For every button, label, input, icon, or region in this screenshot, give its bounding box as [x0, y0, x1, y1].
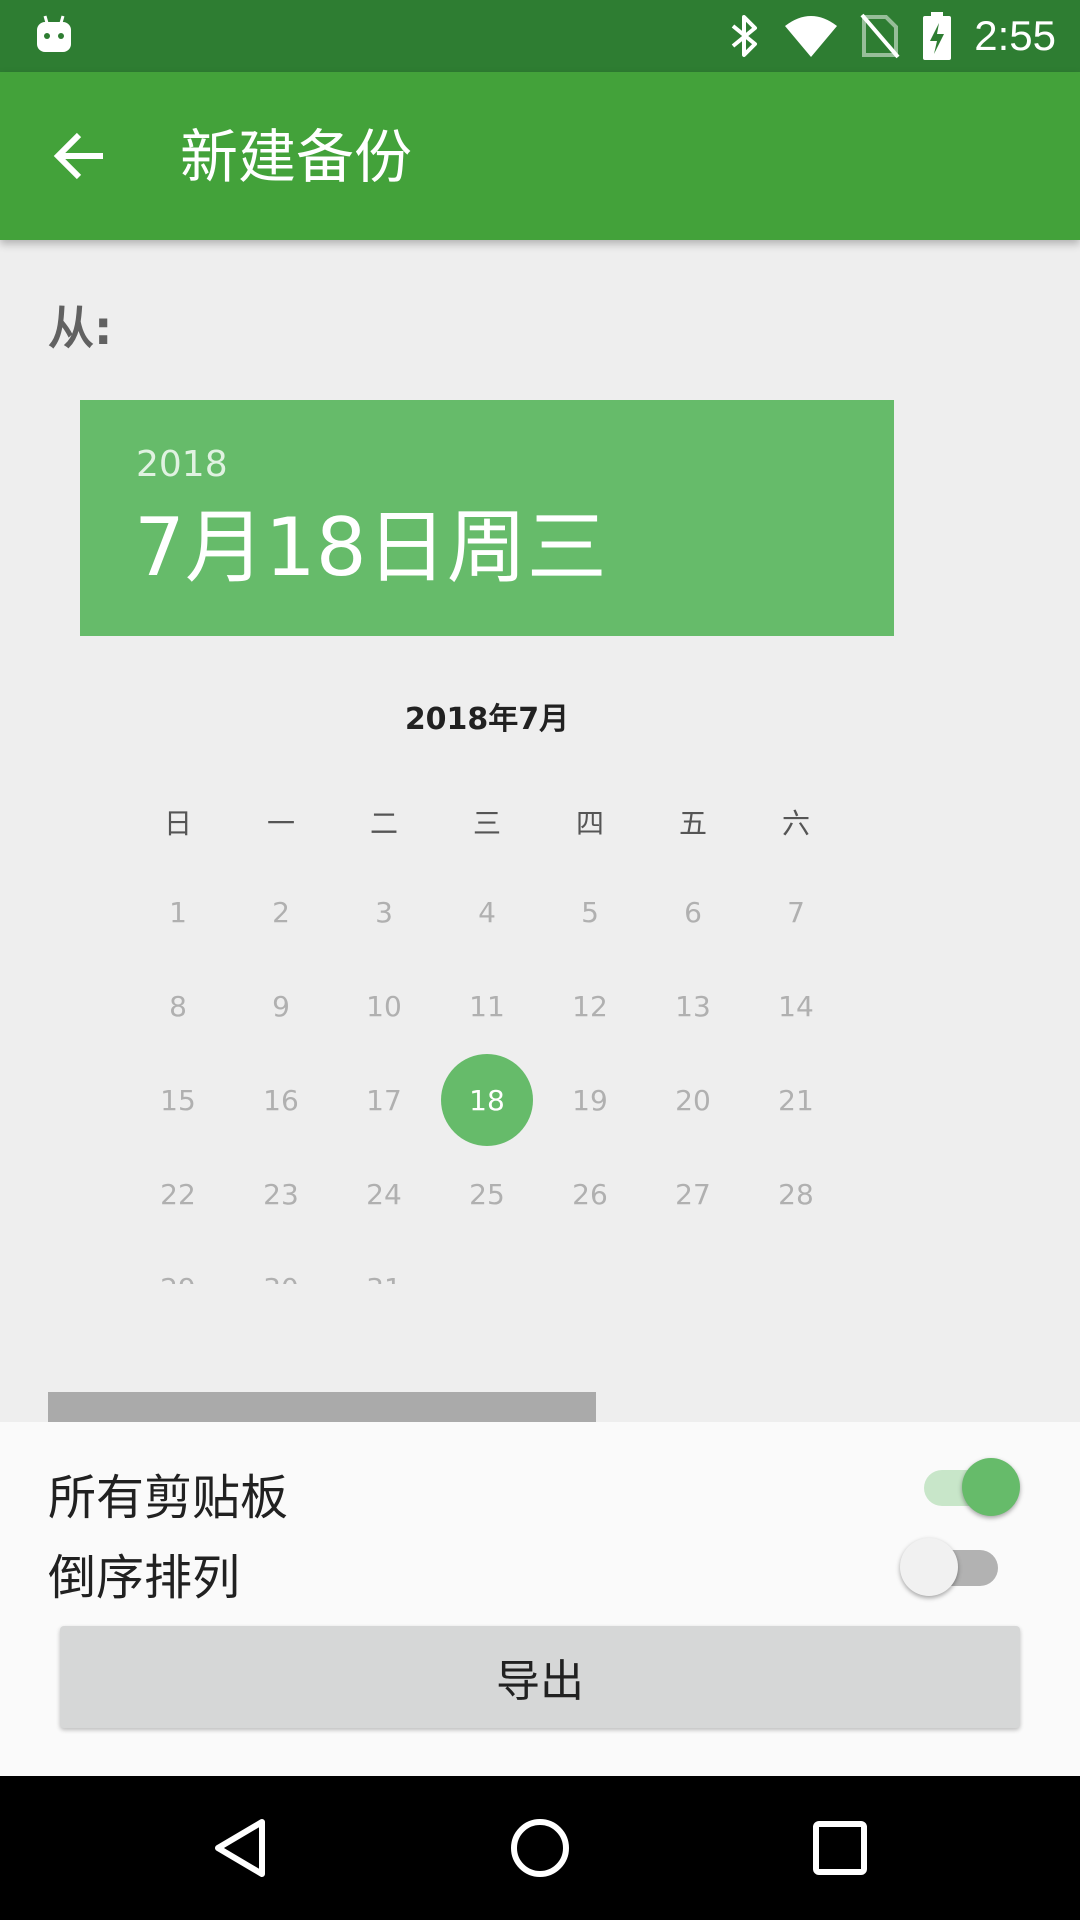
calendar-day[interactable]: 27 — [647, 1148, 739, 1240]
navigation-bar — [0, 1776, 1080, 1920]
calendar-day[interactable]: 4 — [441, 866, 533, 958]
calendar-day[interactable]: 2 — [235, 866, 327, 958]
nav-recents-button[interactable] — [790, 1798, 890, 1898]
calendar-day[interactable]: 21 — [750, 1054, 842, 1146]
calendar-day[interactable]: 17 — [338, 1054, 430, 1146]
date-picker-selected-date[interactable]: 7月18日周三 — [134, 498, 607, 598]
calendar-day[interactable]: 31 — [338, 1242, 430, 1285]
switch-thumb — [900, 1538, 958, 1596]
calendar-day[interactable]: 24 — [338, 1148, 430, 1240]
calendar-day[interactable]: 22 — [132, 1148, 224, 1240]
page-title: 新建备份 — [180, 123, 413, 191]
recents-square-icon — [813, 1821, 867, 1875]
export-button[interactable]: 导出 — [60, 1626, 1020, 1728]
calendar-day[interactable]: 16 — [235, 1054, 327, 1146]
calendar-day[interactable]: 29 — [132, 1242, 224, 1285]
status-time: 2:55 — [974, 12, 1056, 59]
wifi-icon — [785, 16, 838, 57]
calendar-day[interactable]: 20 — [647, 1054, 739, 1146]
back-triangle-icon — [215, 1819, 265, 1877]
from-label: 从: — [48, 301, 113, 355]
calendar-day[interactable]: 1 — [132, 866, 224, 958]
calendar-day[interactable]: 10 — [338, 960, 430, 1052]
calendar-day[interactable]: 19 — [544, 1054, 636, 1146]
date-picker-header: 2018 7月18日周三 — [80, 400, 894, 636]
calendar-weekday: 五 — [678, 807, 707, 840]
calendar-day[interactable]: 23 — [235, 1148, 327, 1240]
calendar-day[interactable]: 3 — [338, 866, 430, 958]
calendar-grid: 日一二三四五六 1 2 3 4 5 6 7 8 9 10 11 12 13 14 15 16 17 18 19 20 21… — [0, 770, 1080, 1284]
switch-thumb — [962, 1458, 1020, 1516]
scroll-divider — [48, 1392, 596, 1422]
status-bar: 2:55 — [0, 0, 1080, 72]
no-sim-icon — [860, 13, 900, 59]
arrow-back-icon — [53, 132, 103, 180]
app-bar: 新建备份 — [0, 72, 1080, 240]
calendar-day[interactable]: 11 — [441, 960, 533, 1052]
calendar-day[interactable]: 15 — [132, 1054, 224, 1146]
android-robot-icon — [37, 15, 71, 52]
home-circle-icon — [511, 1819, 569, 1877]
calendar-day[interactable]: 25 — [441, 1148, 533, 1240]
calendar-weekday: 四 — [575, 807, 604, 840]
battery-charging-icon — [923, 12, 952, 60]
nav-home-button[interactable] — [490, 1798, 590, 1898]
calendar-weekday: 三 — [472, 807, 501, 840]
calendar-day[interactable]: 28 — [750, 1148, 842, 1240]
screen: 2:55 新建备份 从: 2018 7月18日周三 2018年7月 日一二三四五… — [0, 0, 1080, 1920]
calendar-day[interactable]: 5 — [544, 866, 636, 958]
calendar-day-selected[interactable]: 18 — [441, 1054, 533, 1146]
calendar-day[interactable]: 12 — [544, 960, 636, 1052]
calendar-day[interactable]: 6 — [647, 866, 739, 958]
calendar-month-label: 2018年7月 — [404, 702, 570, 737]
calendar-day[interactable]: 13 — [647, 960, 739, 1052]
calendar-day[interactable]: 8 — [132, 960, 224, 1052]
calendar-day[interactable]: 14 — [750, 960, 842, 1052]
date-picker-year[interactable]: 2018 — [136, 444, 228, 485]
calendar-weekday: 二 — [369, 807, 398, 840]
calendar-day[interactable]: 9 — [235, 960, 327, 1052]
reverse-order-label: 倒序排列 — [48, 1550, 241, 1606]
calendar-weekday: 日 — [163, 807, 192, 840]
calendar-day[interactable]: 26 — [544, 1148, 636, 1240]
calendar-day[interactable]: 30 — [235, 1242, 327, 1285]
all-clipboards-switch[interactable] — [910, 1454, 1020, 1518]
calendar-weekday: 一 — [266, 807, 295, 840]
reverse-order-switch[interactable] — [900, 1534, 1010, 1598]
calendar-weekday: 六 — [781, 807, 810, 840]
nav-back-button[interactable] — [190, 1798, 290, 1898]
calendar-day[interactable]: 7 — [750, 866, 842, 958]
bluetooth-icon — [731, 15, 758, 57]
all-clipboards-label: 所有剪贴板 — [48, 1470, 289, 1526]
back-button[interactable] — [40, 116, 120, 196]
